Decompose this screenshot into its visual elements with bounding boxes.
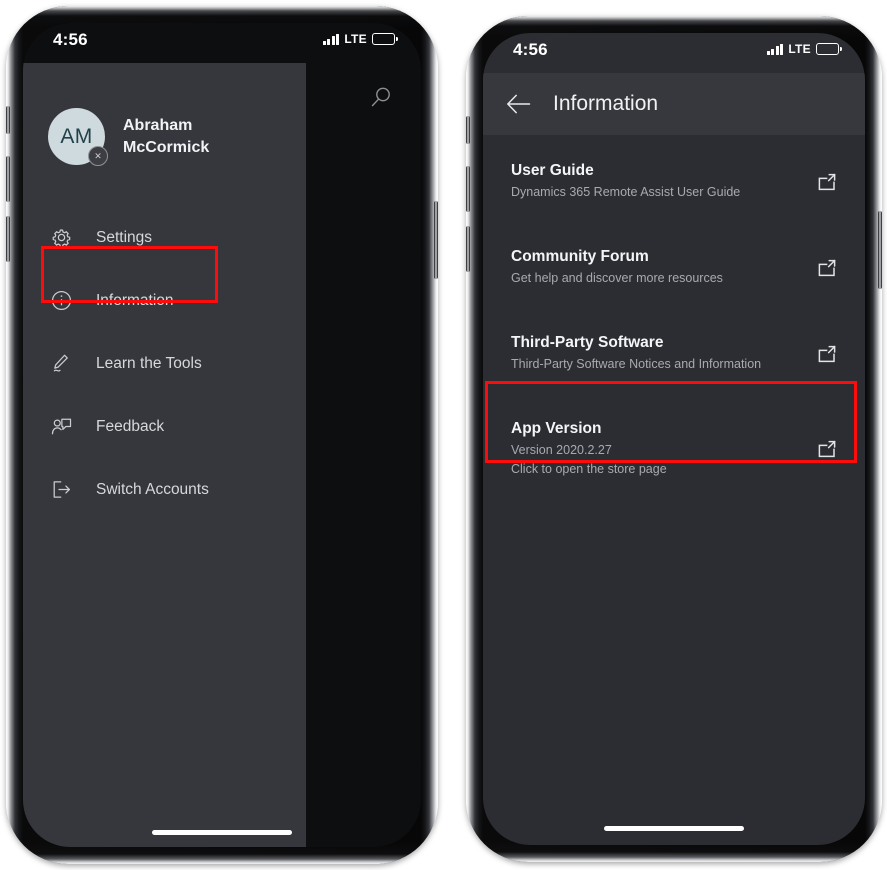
person-feedback-icon — [48, 414, 74, 440]
volume-down-button[interactable] — [6, 216, 10, 262]
page-header: Information — [483, 73, 865, 135]
sidebar-item-information[interactable]: Information — [23, 269, 306, 332]
info-row-subtitle: Get help and discover more resources — [511, 271, 723, 286]
sign-out-icon — [48, 477, 74, 503]
home-indicator[interactable] — [604, 826, 744, 831]
phone-right: 4:56 LTE Information User Guide Dynamics… — [466, 16, 882, 862]
information-list: User Guide Dynamics 365 Remote Assist Us… — [483, 135, 865, 495]
info-row-user-guide[interactable]: User Guide Dynamics 365 Remote Assist Us… — [483, 145, 865, 218]
mute-switch[interactable] — [466, 116, 470, 144]
sidebar-item-label: Learn the Tools — [96, 354, 202, 372]
phone-left: 4:56 LTE AM ✕ Abraham McCormick Settings… — [6, 6, 438, 864]
status-time: 4:56 — [513, 40, 548, 59]
info-row-subtitle: Version 2020.2.27 Click to open the stor… — [511, 443, 667, 476]
volume-up-button[interactable] — [6, 156, 10, 202]
navigation-drawer: AM ✕ Abraham McCormick Settings Informat… — [23, 63, 306, 847]
remote-assist-app-right: 4:56 LTE Information User Guide Dynamics… — [483, 33, 865, 845]
network-type-label: LTE — [788, 42, 811, 56]
external-link-icon[interactable] — [815, 256, 839, 280]
status-indicators: LTE — [322, 32, 398, 46]
battery-icon — [816, 43, 842, 55]
info-circle-icon — [48, 288, 74, 314]
gear-icon — [48, 225, 74, 251]
avatar[interactable]: AM ✕ — [48, 108, 108, 166]
sidebar-item-label: Information — [96, 291, 174, 309]
sidebar-item-label: Settings — [96, 228, 153, 246]
info-row-app-version[interactable]: App Version Version 2020.2.27 Click to o… — [483, 403, 865, 494]
network-type-label: LTE — [344, 32, 367, 46]
sidebar-item-label: Switch Accounts — [96, 480, 209, 498]
external-link-icon[interactable] — [815, 342, 839, 366]
volume-up-button[interactable] — [466, 166, 470, 212]
sidebar-item-settings[interactable]: Settings — [23, 206, 306, 269]
info-row-title: Third-Party Software — [511, 334, 664, 352]
info-row-title: App Version — [511, 420, 602, 438]
phone-right-screen: 4:56 LTE Information User Guide Dynamics… — [483, 33, 865, 845]
volume-down-button[interactable] — [466, 226, 470, 272]
status-bar-left: 4:56 LTE — [23, 23, 421, 63]
status-indicators: LTE — [766, 42, 842, 56]
profile-name: Abraham McCormick — [123, 117, 210, 156]
sidebar-item-switch-accounts[interactable]: Switch Accounts — [23, 458, 306, 521]
phone-left-screen: 4:56 LTE AM ✕ Abraham McCormick Settings… — [23, 23, 421, 847]
presence-offline-icon: ✕ — [88, 146, 108, 166]
search-icon[interactable] — [368, 85, 394, 111]
back-arrow-icon[interactable] — [505, 90, 533, 118]
sidebar-item-feedback[interactable]: Feedback — [23, 395, 306, 458]
ink-pen-icon — [48, 351, 74, 377]
info-row-community-forum[interactable]: Community Forum Get help and discover mo… — [483, 231, 865, 304]
home-indicator[interactable] — [152, 830, 292, 835]
page-title: Information — [553, 92, 659, 115]
profile-block[interactable]: AM ✕ Abraham McCormick — [48, 108, 210, 166]
remote-assist-app-left: 4:56 LTE AM ✕ Abraham McCormick Settings… — [23, 23, 421, 847]
mute-switch[interactable] — [6, 106, 10, 134]
status-bar-right: 4:56 LTE — [483, 33, 865, 73]
external-link-icon[interactable] — [815, 170, 839, 194]
status-time: 4:56 — [53, 30, 88, 49]
info-row-third-party-software[interactable]: Third-Party Software Third-Party Softwar… — [483, 317, 865, 390]
info-row-title: User Guide — [511, 162, 594, 179]
signal-bars-icon — [322, 33, 340, 45]
sidebar-item-label: Feedback — [96, 417, 165, 435]
signal-bars-icon — [766, 43, 784, 55]
external-link-icon[interactable] — [815, 437, 839, 461]
battery-icon — [372, 33, 398, 45]
info-row-subtitle: Dynamics 365 Remote Assist User Guide — [511, 185, 741, 199]
sidebar-item-learn-the-tools[interactable]: Learn the Tools — [23, 332, 306, 395]
power-button[interactable] — [878, 211, 882, 289]
power-button[interactable] — [434, 201, 438, 279]
drawer-menu: Settings Information Learn the Tools Fee… — [23, 206, 306, 521]
info-row-subtitle: Third-Party Software Notices and Informa… — [511, 357, 762, 372]
info-row-title: Community Forum — [511, 248, 649, 266]
